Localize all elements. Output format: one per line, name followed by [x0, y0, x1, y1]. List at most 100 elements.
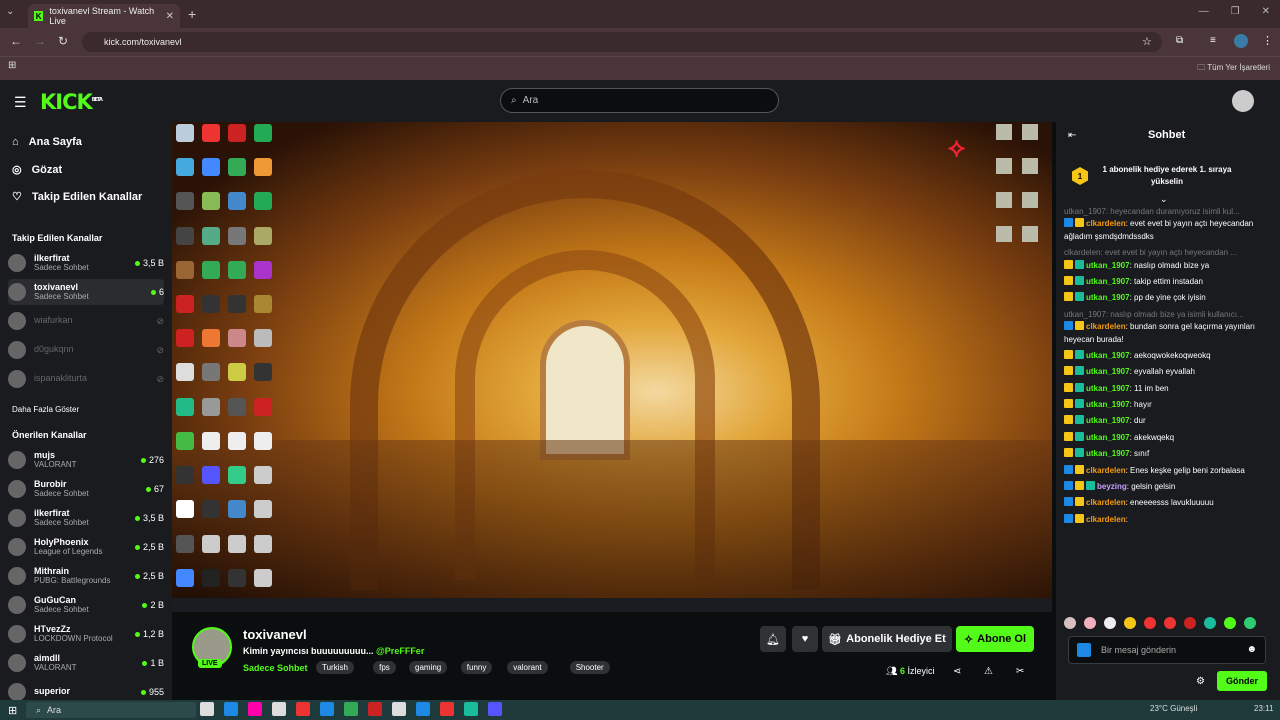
bell-icon[interactable]: 🔔︎ — [760, 626, 786, 652]
desktop-app-icon[interactable] — [228, 363, 246, 382]
browser-menu-icon[interactable]: ⋮ — [1262, 34, 1273, 47]
windows-start-icon[interactable]: ⊞ — [8, 704, 17, 717]
emote-icon[interactable] — [1164, 617, 1176, 629]
chat-username[interactable]: utkan_1907 — [1086, 416, 1130, 425]
desktop-app-icon[interactable] — [228, 260, 246, 279]
desktop-app-icon[interactable] — [254, 500, 272, 519]
taskbar-app-icon[interactable] — [200, 702, 214, 716]
kick-logo[interactable]: KICKBETA — [40, 90, 103, 114]
new-tab-button[interactable]: + — [188, 6, 196, 22]
chat-message[interactable]: clkardelen: evet evet bi yayın açtı heye… — [1064, 218, 1274, 243]
taskbar-app-icon[interactable] — [440, 702, 454, 716]
desktop-app-icon[interactable] — [228, 431, 246, 450]
taskbar-app-icon[interactable] — [248, 702, 262, 716]
chat-username[interactable]: utkan_1907 — [1086, 367, 1130, 376]
desktop-app-icon[interactable] — [176, 431, 194, 450]
chat-username[interactable]: clkardelen — [1086, 322, 1126, 331]
report-icon[interactable]: ⚠ — [984, 666, 993, 677]
desktop-app-icon[interactable] — [228, 500, 246, 519]
tag-pill[interactable]: gaming — [409, 661, 448, 674]
channel-item[interactable]: toxivanevl Sadece Sohbet 6 — [8, 279, 164, 305]
stream-category[interactable]: Sadece Sohbet — [243, 663, 308, 673]
expand-chevron-icon[interactable]: ⌄ — [1160, 194, 1168, 205]
gear-icon[interactable]: ⚙ — [1196, 676, 1205, 687]
taskbar-app-icon[interactable] — [320, 702, 334, 716]
streamer-name[interactable]: toxivanevl — [243, 627, 307, 642]
desktop-app-icon[interactable] — [202, 397, 220, 416]
desktop-file-icon[interactable] — [1022, 192, 1038, 208]
taskbar-app-icon[interactable] — [344, 702, 358, 716]
desktop-file-icon[interactable] — [1022, 158, 1038, 174]
emote-icon[interactable] — [1084, 617, 1096, 629]
desktop-app-icon[interactable] — [228, 226, 246, 245]
follow-heart-icon[interactable]: ♥ — [792, 626, 818, 652]
chat-message[interactable]: clkardelen: bundan sonra gel kaçırma yay… — [1064, 321, 1274, 346]
desktop-app-icon[interactable] — [254, 295, 272, 314]
desktop-app-icon[interactable] — [254, 397, 272, 416]
desktop-app-icon[interactable] — [202, 500, 220, 519]
pinned-gift-banner[interactable]: 1 1 abonelik hediye ederek 1. sıraya yük… — [1064, 154, 1274, 198]
reload-icon[interactable]: ↻ — [58, 34, 68, 48]
desktop-file-icon[interactable] — [996, 192, 1012, 208]
channel-item[interactable]: HolyPhoenix League of Legends 2,5 B — [8, 534, 164, 560]
desktop-app-icon[interactable] — [176, 363, 194, 382]
chat-username[interactable]: utkan_1907 — [1086, 384, 1130, 393]
chat-username[interactable]: utkan_1907 — [1086, 351, 1130, 360]
desktop-app-icon[interactable] — [254, 329, 272, 348]
desktop-app-icon[interactable] — [228, 158, 246, 177]
chat-username[interactable]: beyzing — [1097, 482, 1127, 491]
desktop-app-icon[interactable] — [176, 295, 194, 314]
desktop-app-icon[interactable] — [202, 568, 220, 587]
emote-icon[interactable] — [1104, 617, 1116, 629]
system-clock[interactable]: 23:11 — [1254, 704, 1273, 713]
chat-input[interactable]: Bir mesaj gönderin ☻ — [1068, 636, 1266, 664]
chat-username[interactable]: utkan_1907 — [1086, 400, 1130, 409]
channel-item[interactable]: Mithrain PUBG: Battlegrounds 2,5 B — [8, 563, 164, 589]
minimize-icon[interactable]: — — [1199, 6, 1209, 17]
chat-username[interactable]: clkardelen — [1086, 466, 1126, 475]
channel-item[interactable]: Burobir Sadece Sohbet 67 — [8, 476, 164, 502]
chat-username[interactable]: utkan_1907 — [1086, 449, 1130, 458]
show-more-link[interactable]: Daha Fazla Göster — [12, 405, 79, 414]
weather-widget[interactable]: 23°C Güneşli — [1150, 704, 1197, 713]
desktop-app-icon[interactable] — [176, 568, 194, 587]
chat-message[interactable]: utkan_1907: 11 im ben — [1064, 382, 1274, 395]
os-search-input[interactable]: ⌕ Ara — [26, 702, 196, 718]
taskbar-app-icon[interactable] — [368, 702, 382, 716]
desktop-app-icon[interactable] — [202, 158, 220, 177]
chat-collapse-icon[interactable]: ⇤ — [1068, 130, 1076, 141]
tag-pill[interactable]: funny — [460, 661, 493, 674]
channel-item[interactable]: mujs VALORANT 276 — [8, 447, 164, 473]
tag-pill[interactable]: fps — [373, 661, 396, 674]
desktop-app-icon[interactable] — [228, 124, 246, 142]
taskbar-app-icon[interactable] — [272, 702, 286, 716]
desktop-app-icon[interactable] — [176, 158, 194, 177]
bookmark-star-icon[interactable]: ☆ — [1142, 35, 1152, 48]
chat-message[interactable]: clkardelen: Enes keşke gelip beni zorbal… — [1064, 464, 1274, 477]
media-icon[interactable]: ≡ — [1210, 35, 1216, 46]
desktop-app-icon[interactable] — [176, 226, 194, 245]
tag-pill[interactable]: valorant — [507, 661, 548, 674]
desktop-app-icon[interactable] — [176, 329, 194, 348]
desktop-file-icon[interactable] — [996, 226, 1012, 242]
channel-item[interactable]: d0gukqnn ⊘ — [8, 337, 164, 363]
search-input[interactable]: ⌕ Ara — [500, 88, 779, 113]
desktop-file-icon[interactable] — [996, 158, 1012, 174]
desktop-app-icon[interactable] — [202, 363, 220, 382]
channel-item[interactable]: GuGuCan Sadece Sohbet 2 B — [8, 592, 164, 618]
desktop-app-icon[interactable] — [176, 124, 194, 142]
close-window-icon[interactable]: ✕ — [1262, 6, 1270, 17]
desktop-app-icon[interactable] — [202, 124, 220, 142]
subscribe-button[interactable]: ✧ Abone Ol — [956, 626, 1034, 652]
gift-subscription-button[interactable]: 🎁︎ Abonelik Hediye Et — [822, 626, 952, 652]
chat-message[interactable]: utkan_1907: hayır — [1064, 399, 1274, 411]
chat-username[interactable]: utkan_1907 — [1086, 277, 1130, 286]
stream-mention[interactable]: @PreFFFer — [376, 646, 424, 656]
menu-icon[interactable]: ☰ — [14, 94, 27, 111]
channel-item[interactable]: wiafurkan ⊘ — [8, 308, 164, 334]
chat-username[interactable]: utkan_1907 — [1086, 261, 1130, 270]
chat-message[interactable]: beyzing: gelsin gelsin — [1064, 481, 1274, 493]
desktop-app-icon[interactable] — [202, 329, 220, 348]
taskbar-app-icon[interactable] — [296, 702, 310, 716]
chat-message[interactable]: utkan_1907: eyvallah eyvallah — [1064, 366, 1274, 378]
